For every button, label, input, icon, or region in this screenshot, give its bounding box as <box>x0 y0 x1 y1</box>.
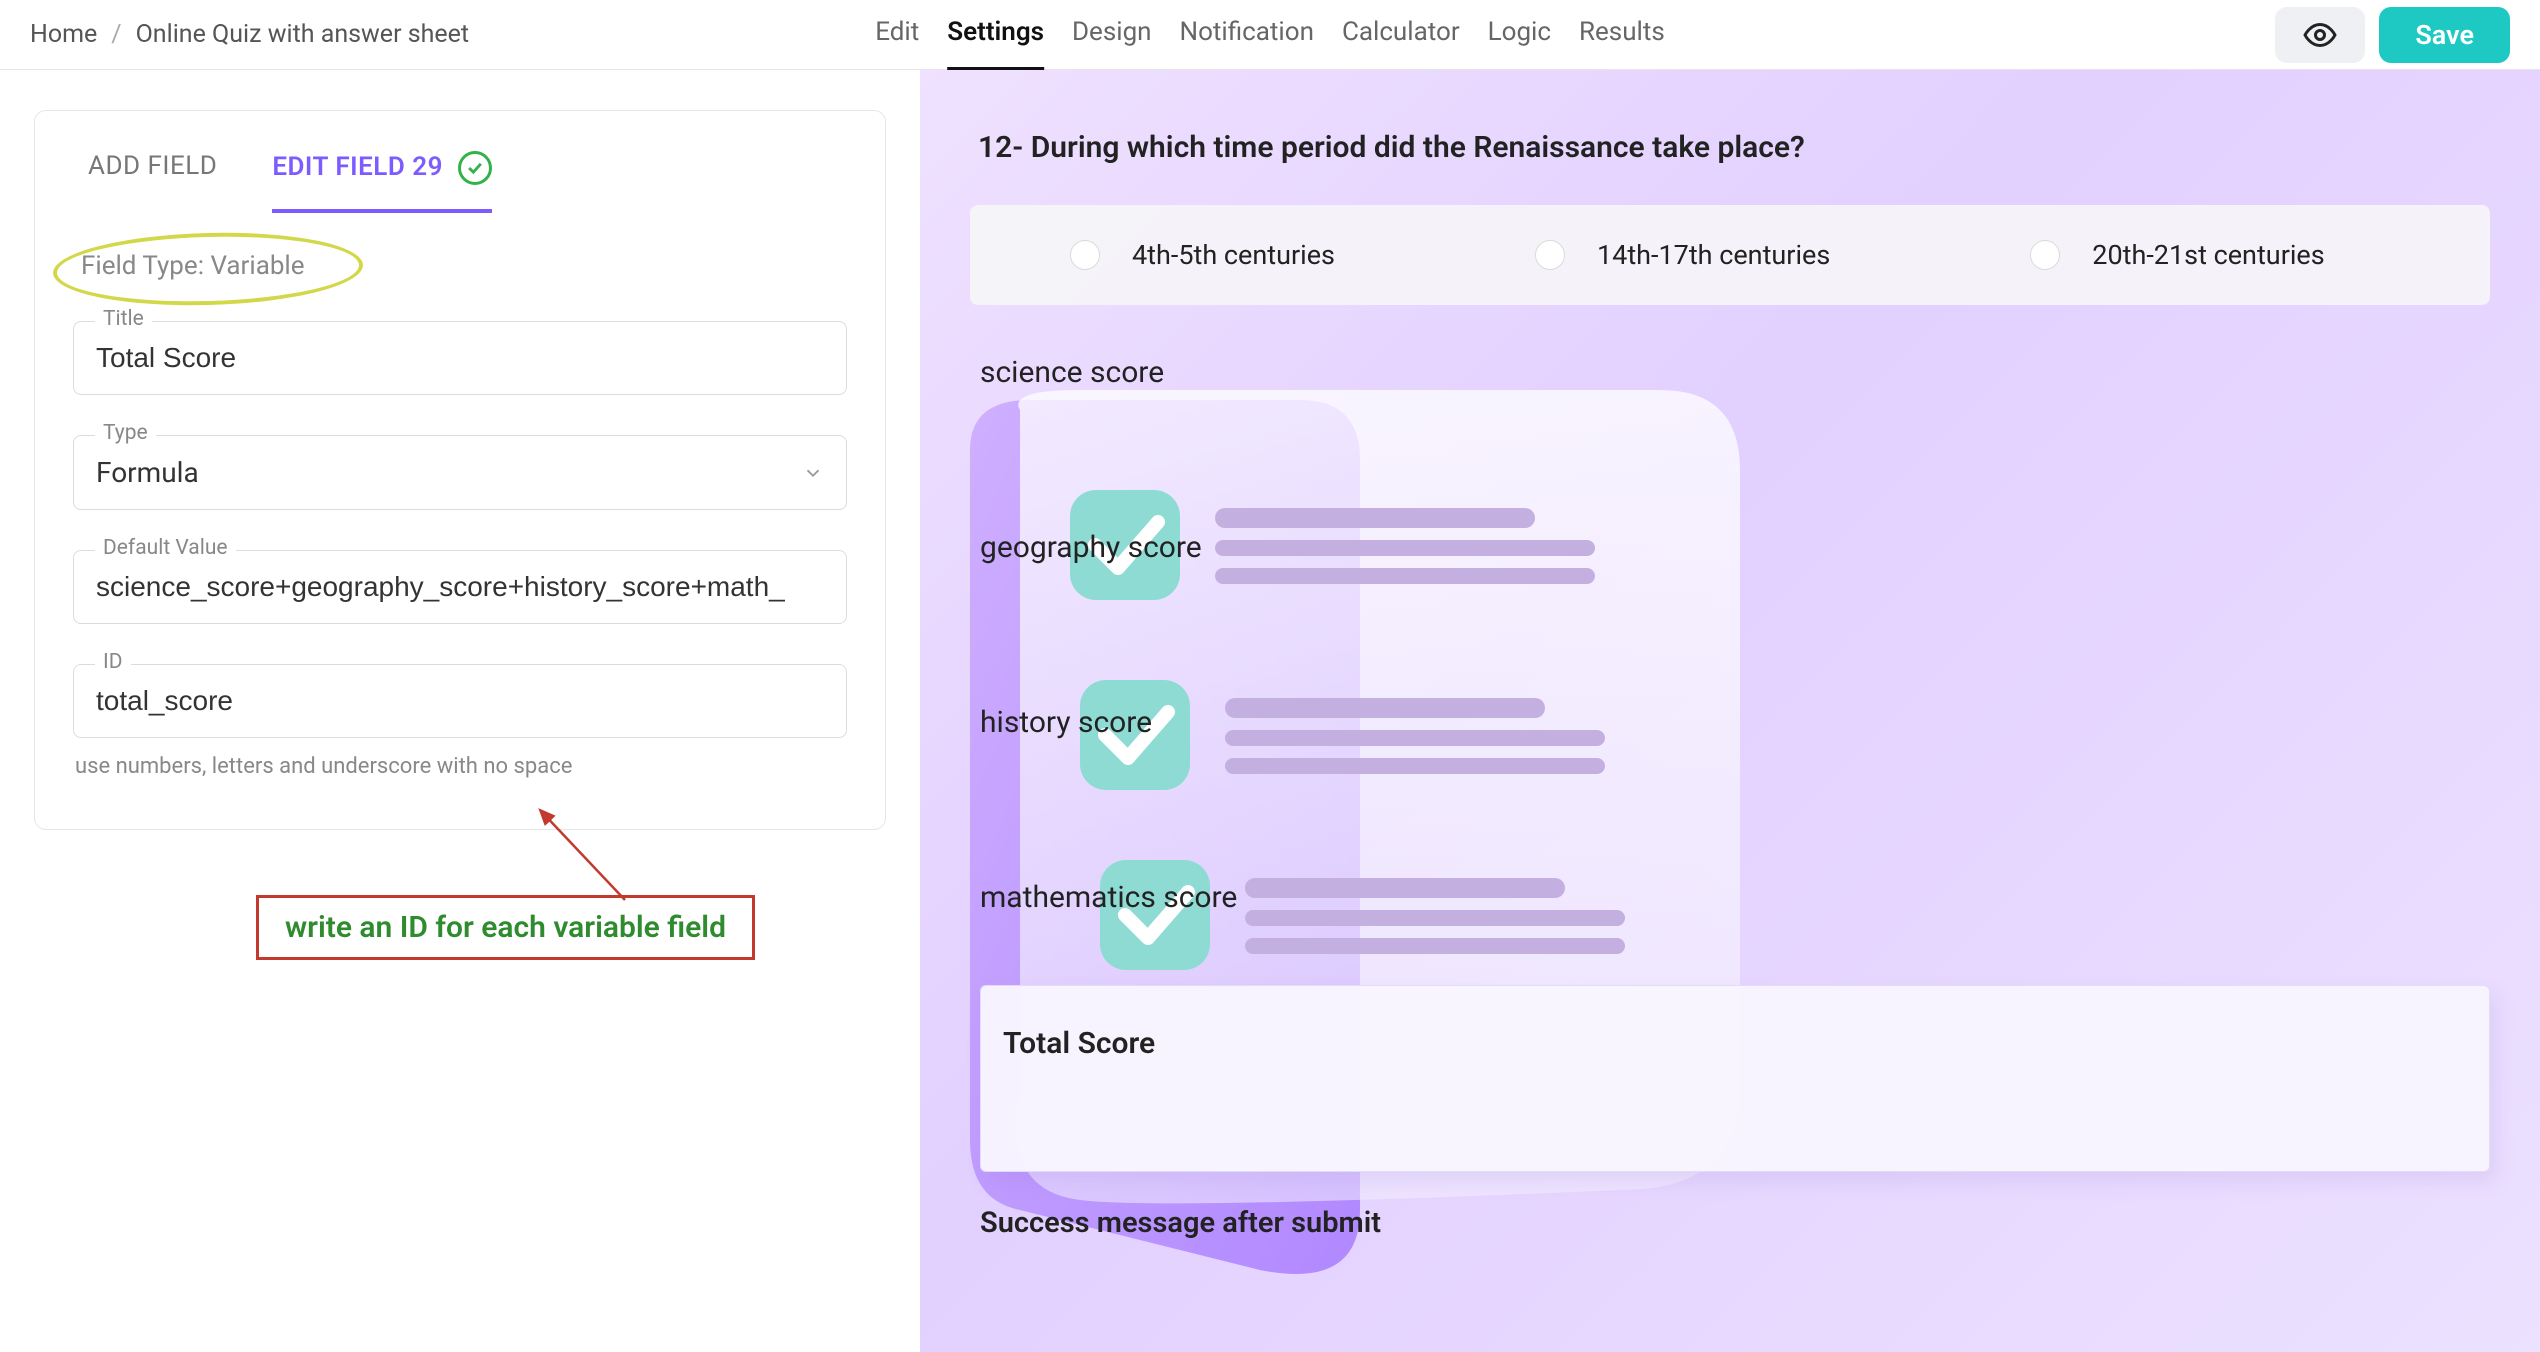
breadcrumb-current: Online Quiz with answer sheet <box>136 20 470 49</box>
preview-score-geography[interactable]: geography score <box>980 530 2490 565</box>
panel-tab-edit-field[interactable]: EDIT FIELD 29 <box>272 151 492 213</box>
title-input[interactable] <box>73 321 847 395</box>
tab-design[interactable]: Design <box>1072 0 1152 71</box>
type-select[interactable]: Formula <box>73 435 847 510</box>
annotation-callout-text: write an ID for each variable field <box>285 910 726 945</box>
nav-tabs: Edit Settings Design Notification Calcul… <box>875 0 1665 71</box>
id-input[interactable] <box>73 664 847 738</box>
breadcrumb-separator: / <box>111 20 121 49</box>
type-field-label: Type <box>95 421 156 445</box>
preview-option-2-label: 14th-17th centuries <box>1597 239 1830 271</box>
preview-option-3[interactable]: 20th-21st centuries <box>2030 239 2324 271</box>
tab-calculator[interactable]: Calculator <box>1342 0 1460 71</box>
tab-results[interactable]: Results <box>1579 0 1665 71</box>
preview-total-score-card[interactable]: Total Score <box>980 985 2490 1172</box>
id-help-text: use numbers, letters and underscore with… <box>73 754 847 779</box>
preview-option-1[interactable]: 4th-5th centuries <box>1070 239 1335 271</box>
tab-edit[interactable]: Edit <box>875 0 919 71</box>
breadcrumb: Home / Online Quiz with answer sheet <box>30 20 469 49</box>
preview-success-message[interactable]: Success message after submit <box>980 1206 2490 1240</box>
type-select-value: Formula <box>96 456 199 489</box>
preview-button[interactable] <box>2275 7 2365 63</box>
panel-tab-add-field[interactable]: ADD FIELD <box>88 151 217 213</box>
preview-score-science[interactable]: science score <box>980 355 2490 390</box>
default-value-label: Default Value <box>95 536 236 560</box>
annotation-ellipse <box>52 229 364 309</box>
default-value-input[interactable] <box>73 550 847 624</box>
topbar: Home / Online Quiz with answer sheet Edi… <box>0 0 2540 70</box>
tab-settings[interactable]: Settings <box>947 0 1044 71</box>
field-type-row: Field Type: Variable <box>73 251 847 281</box>
preview-score-math[interactable]: mathematics score <box>980 880 2490 915</box>
tab-notification[interactable]: Notification <box>1180 0 1314 71</box>
form-preview-panel: 12- During which time period did the Ren… <box>920 70 2540 1352</box>
preview-options-row: 4th-5th centuries 14th-17th centuries 20… <box>970 205 2490 305</box>
preview-question: 12- During which time period did the Ren… <box>970 130 2490 165</box>
preview-score-history[interactable]: history score <box>980 705 2490 740</box>
check-circle-icon <box>458 151 492 185</box>
preview-option-2[interactable]: 14th-17th centuries <box>1535 239 1830 271</box>
title-field-label: Title <box>95 307 152 331</box>
save-button[interactable]: Save <box>2379 7 2510 63</box>
panel-tab-edit-field-label: EDIT FIELD 29 <box>272 152 443 182</box>
default-value-field: Default Value <box>73 550 847 624</box>
tab-logic[interactable]: Logic <box>1488 0 1551 71</box>
radio-icon <box>1535 240 1565 270</box>
id-field: ID <box>73 664 847 738</box>
left-settings-panel-container: ADD FIELD EDIT FIELD 29 Field Type: Vari… <box>0 70 920 1352</box>
eye-icon <box>2302 17 2338 53</box>
radio-icon <box>1070 240 1100 270</box>
radio-icon <box>2030 240 2060 270</box>
id-field-label: ID <box>95 650 131 674</box>
annotation-callout-box: write an ID for each variable field <box>256 895 755 960</box>
preview-option-1-label: 4th-5th centuries <box>1132 239 1335 271</box>
preview-option-3-label: 20th-21st centuries <box>2092 239 2324 271</box>
chevron-down-icon <box>802 462 824 484</box>
breadcrumb-home[interactable]: Home <box>30 20 97 49</box>
title-field: Title <box>73 321 847 395</box>
field-settings-panel: ADD FIELD EDIT FIELD 29 Field Type: Vari… <box>34 110 886 830</box>
type-field: Type Formula <box>73 435 847 510</box>
